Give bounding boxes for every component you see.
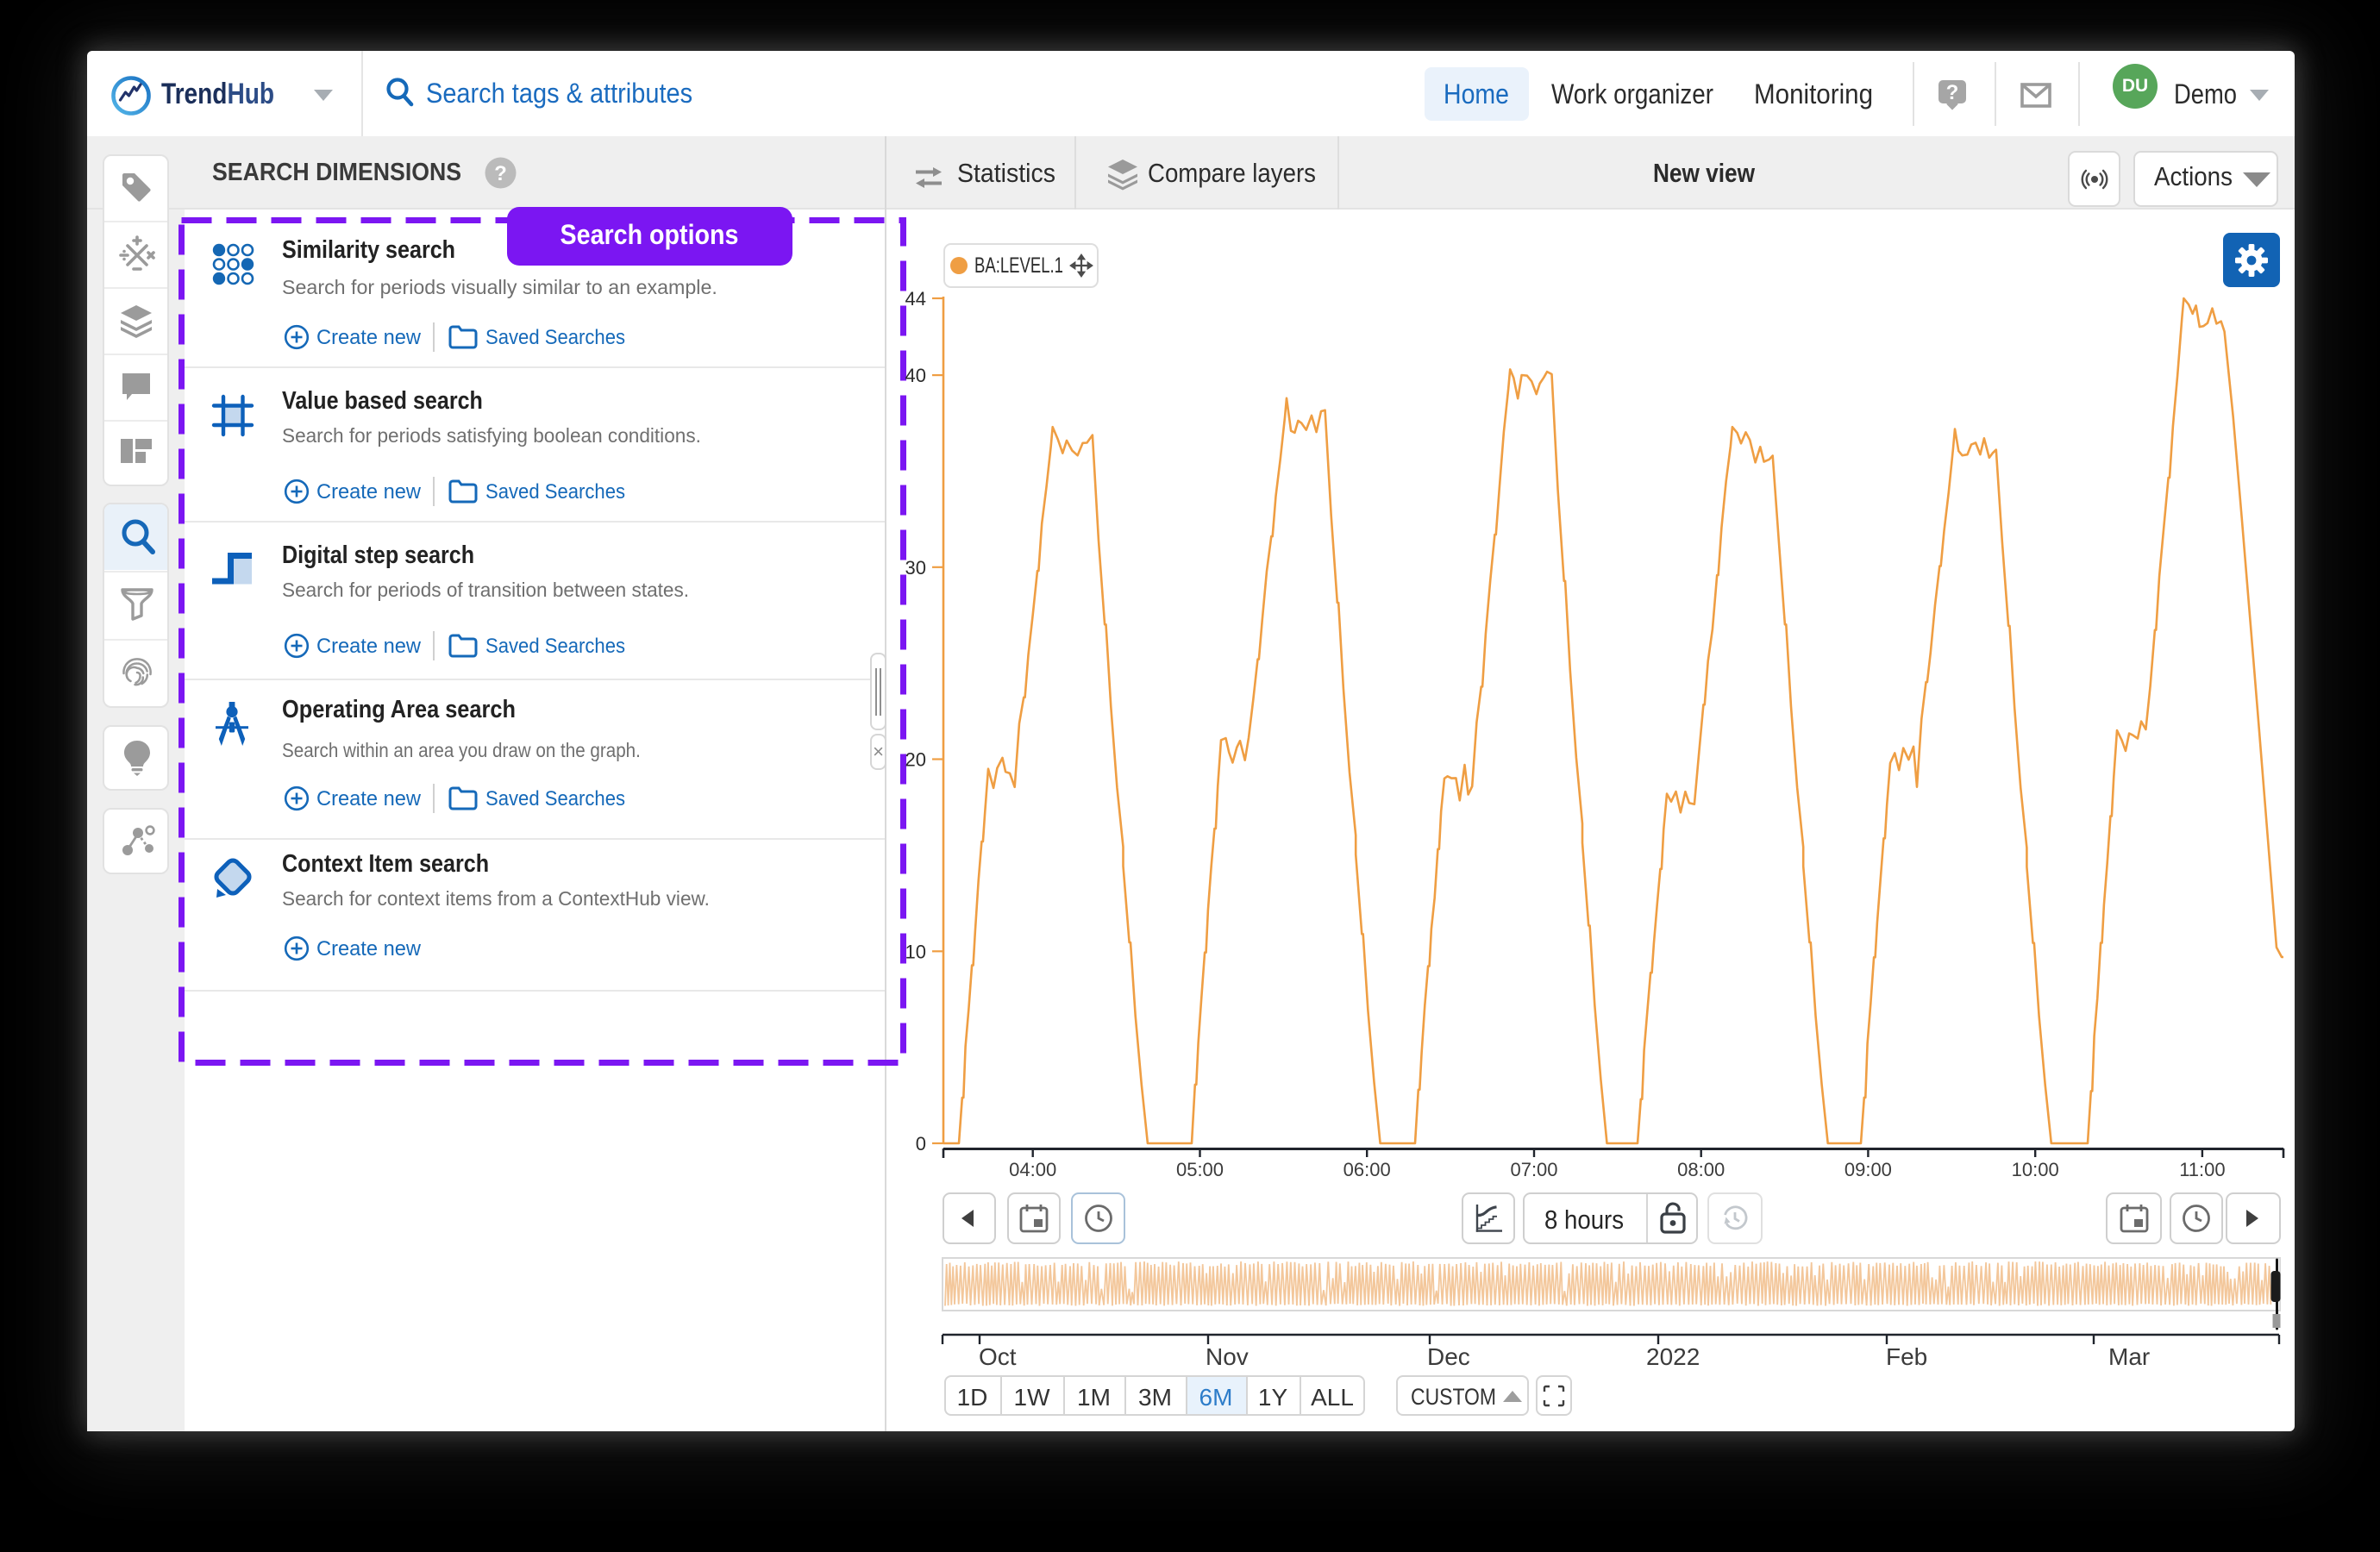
svg-text:2022: 2022 [1646,1343,1700,1370]
svg-text:Oct: Oct [979,1343,1017,1370]
svg-text:Dec: Dec [1427,1343,1470,1370]
svg-text:Mar: Mar [2108,1343,2150,1370]
svg-text:Feb: Feb [1886,1343,1927,1370]
svg-text:Nov: Nov [1206,1343,1249,1370]
